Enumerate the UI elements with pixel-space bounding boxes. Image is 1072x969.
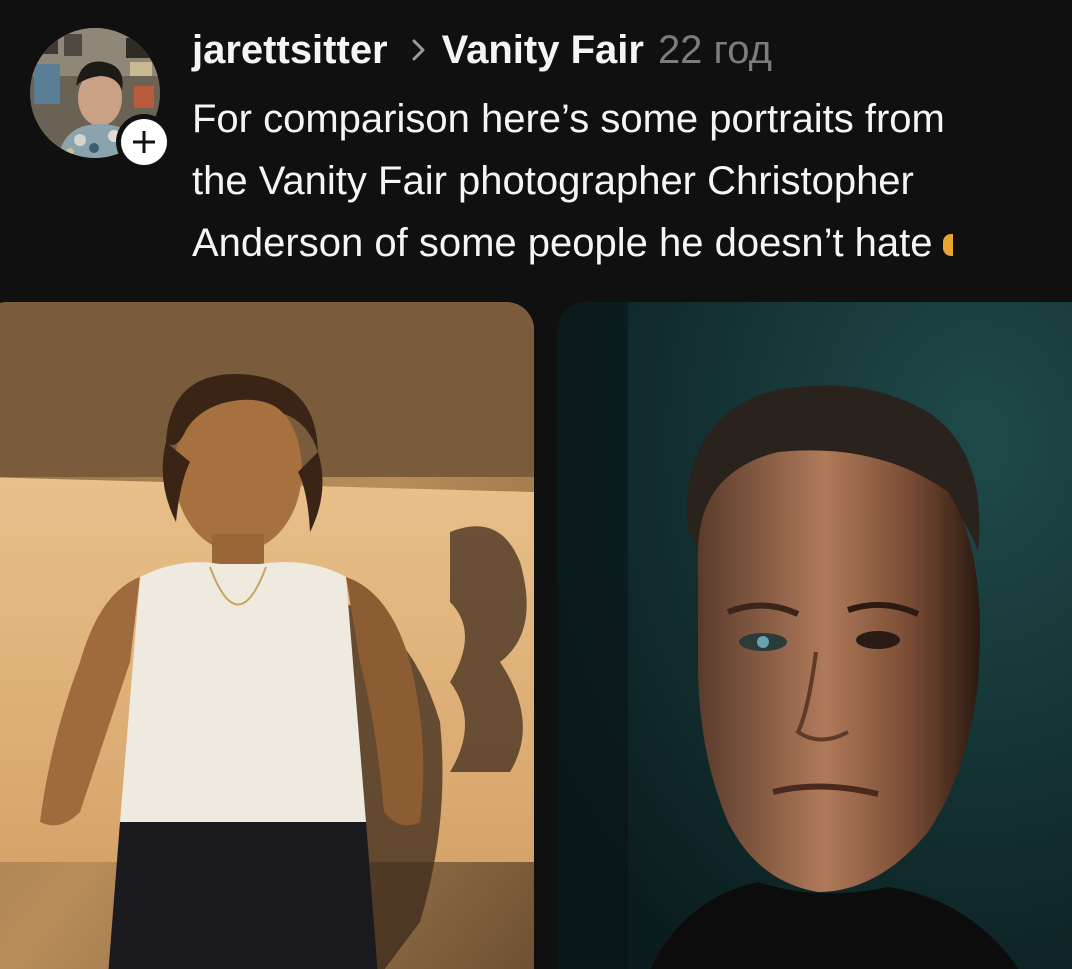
portrait-image-right — [558, 302, 1072, 969]
photo-right[interactable] — [558, 302, 1072, 969]
follow-button-circle — [121, 119, 167, 165]
post-text-line: For comparison here’s some portraits fro… — [192, 97, 945, 141]
portrait-image-left — [0, 302, 534, 969]
follow-button[interactable] — [116, 114, 172, 170]
post-text-line: the Vanity Fair photographer Christopher — [192, 159, 914, 203]
post-header: jarettsitter Vanity Fair 22 год For comp… — [0, 0, 1072, 300]
community-link[interactable]: Vanity Fair — [442, 28, 644, 73]
post-text-line-content: Anderson of some people he doesn’t hate — [192, 221, 933, 265]
post-timestamp: 22 год — [657, 27, 772, 72]
emoji-icon — [942, 234, 953, 257]
post-meta: jarettsitter Vanity Fair 22 год — [192, 24, 772, 76]
post-text-line: Anderson of some people he doesn’t hate — [192, 212, 1072, 274]
avatar-container[interactable] — [30, 28, 172, 170]
plus-icon — [133, 131, 155, 153]
username-link[interactable]: jarettsitter — [192, 28, 388, 73]
chevron-right-icon — [412, 39, 425, 61]
post-text: For comparison here’s some portraits fro… — [192, 88, 1072, 274]
photo-left[interactable] — [0, 302, 534, 969]
